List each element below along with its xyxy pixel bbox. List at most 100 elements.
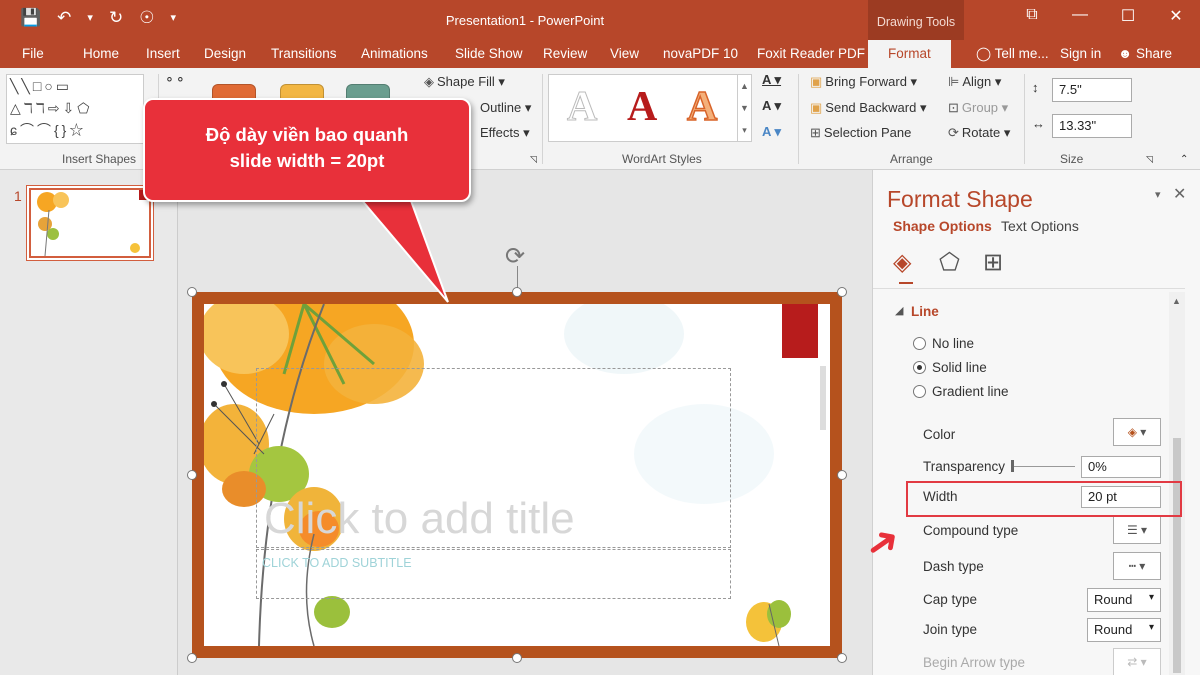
shape-height-input[interactable]: 7.5" <box>1052 78 1132 102</box>
color-picker-button[interactable]: ◈ ▾ <box>1113 418 1161 446</box>
no-line-option[interactable]: No line <box>913 336 974 351</box>
tab-text-options[interactable]: Text Options <box>1001 218 1079 234</box>
shape-effects-button[interactable]: Effects ▾ <box>480 125 530 141</box>
tab-shape-options[interactable]: Shape Options <box>893 218 992 234</box>
wordart-style-orange[interactable]: A <box>686 83 718 131</box>
thumbnail-flowers-image <box>37 190 147 256</box>
maximize-icon[interactable]: ☐ <box>1104 6 1152 26</box>
dash-type-dropdown[interactable]: ┅ ▾ <box>1113 552 1161 580</box>
tab-foxit[interactable]: Foxit Reader PDF <box>757 46 865 61</box>
align-button[interactable]: ⊫ Align ▾ <box>948 74 1001 90</box>
gallery-scroll-icon[interactable]: ▲ ▼ ▾ <box>737 75 751 141</box>
send-backward-label: Send Backward <box>825 100 917 115</box>
transparency-input[interactable]: 0% <box>1081 456 1161 478</box>
wordart-style-outline[interactable]: A <box>566 83 597 131</box>
sign-in-link[interactable]: Sign in <box>1060 46 1101 61</box>
text-fill-icon[interactable]: A ▾ <box>762 72 781 88</box>
solid-line-radio[interactable] <box>913 361 926 374</box>
text-effects-icon[interactable]: A ▾ <box>762 124 781 140</box>
shape-width-icon: ↔ <box>1032 116 1045 131</box>
size-launcher-icon[interactable]: ◹ <box>1146 154 1153 165</box>
pane-options-icon[interactable]: ▾ <box>1155 188 1161 201</box>
compound-type-dropdown[interactable]: ☰ ▾ <box>1113 516 1161 544</box>
compound-type-label: Compound type <box>923 523 1019 538</box>
selection-pane-button[interactable]: ⊞ Selection Pane <box>810 125 911 141</box>
join-type-label: Join type <box>923 622 978 637</box>
pane-close-icon[interactable]: ✕ <box>1173 184 1186 204</box>
tab-format[interactable]: Format <box>868 40 951 68</box>
resize-handle-top-right[interactable] <box>837 287 847 297</box>
tab-insert[interactable]: Insert <box>146 46 180 61</box>
chevron-down-icon: ▾ <box>1148 622 1154 633</box>
collapse-ribbon-icon[interactable]: ⌃ <box>1180 154 1188 165</box>
bring-forward-button[interactable]: ▣ Bring Forward ▾ <box>810 74 917 90</box>
tell-me-box[interactable]: ◯ Tell me... <box>976 46 1049 62</box>
separator <box>542 74 543 164</box>
scrollbar-thumb[interactable] <box>1173 438 1181 673</box>
section-line-header[interactable]: Line <box>911 304 939 319</box>
shape-styles-launcher-icon[interactable]: ◹ <box>530 154 537 165</box>
resize-handle-right[interactable] <box>837 470 847 480</box>
gradient-line-radio[interactable] <box>913 385 926 398</box>
begin-arrow-dropdown[interactable]: ⇄ ▾ <box>1113 648 1161 675</box>
resize-handle-bottom[interactable] <box>512 653 522 663</box>
tab-home[interactable]: Home <box>83 46 119 61</box>
size-label: Size <box>1060 152 1084 166</box>
minimize-icon[interactable]: — <box>1056 6 1104 26</box>
wordart-style-red[interactable]: A <box>627 83 657 131</box>
no-line-radio[interactable] <box>913 337 926 350</box>
fill-line-icon[interactable]: ◈ <box>893 248 911 277</box>
selected-slide-rectangle[interactable]: Click to add title CLICK TO ADD SUBTITLE <box>192 292 842 658</box>
dash-lines-icon: ┅ <box>1128 559 1136 573</box>
send-backward-button[interactable]: ▣ Send Backward ▾ <box>810 100 927 116</box>
tab-novapdf[interactable]: novaPDF 10 <box>663 46 738 61</box>
scroll-up-icon[interactable]: ▲ <box>1172 296 1181 306</box>
size-properties-icon[interactable]: ⊞ <box>983 248 1003 277</box>
callout-line-1: Độ dày viền bao quanh <box>205 124 409 145</box>
rotate-button[interactable]: ⟳ Rotate ▾ <box>948 125 1010 141</box>
resize-handle-bottom-right[interactable] <box>837 653 847 663</box>
cap-type-select[interactable]: Round ▾ <box>1087 588 1161 612</box>
share-label: Share <box>1135 46 1173 61</box>
group-button[interactable]: ⊡ Group ▾ <box>948 100 1008 116</box>
rotate-handle-icon[interactable]: ⟳ <box>505 242 525 271</box>
resize-handle-top-left[interactable] <box>187 287 197 297</box>
slide-thumbnail[interactable] <box>29 188 151 258</box>
callout-line-2: slide width = 20pt <box>229 150 385 171</box>
shape-width-input[interactable]: 13.33" <box>1052 114 1132 138</box>
shape-fill-button[interactable]: ◈ Shape Fill ▾ <box>424 74 505 90</box>
compound-lines-icon: ☰ <box>1126 523 1138 537</box>
resize-handle-left[interactable] <box>187 470 197 480</box>
shape-outline-button[interactable]: Outline ▾ <box>480 100 531 116</box>
tab-transitions[interactable]: Transitions <box>271 46 337 61</box>
text-outline-icon[interactable]: A ▾ <box>762 98 781 114</box>
collapse-arrow-icon[interactable]: ◢ <box>895 304 903 317</box>
tab-design[interactable]: Design <box>204 46 246 61</box>
tab-file[interactable]: File <box>22 46 44 61</box>
tab-slideshow[interactable]: Slide Show <box>455 46 523 61</box>
slide-thumbnail-pane: 1 <box>0 170 178 675</box>
close-icon[interactable]: ✕ <box>1152 6 1200 26</box>
effects-pentagon-icon[interactable]: ⬠ <box>939 248 960 277</box>
window-controls: ⧉ — ☐ ✕ <box>1008 6 1200 26</box>
resize-handle-bottom-left[interactable] <box>187 653 197 663</box>
tab-view[interactable]: View <box>610 46 639 61</box>
edit-shape-icon[interactable]: ⚬⚬ <box>164 72 186 88</box>
gradient-line-option[interactable]: Gradient line <box>913 384 1009 399</box>
join-type-value: Round <box>1094 622 1133 637</box>
separator <box>1024 74 1025 164</box>
resize-handle-top[interactable] <box>512 287 522 297</box>
share-button[interactable]: ☻ Share <box>1118 46 1172 61</box>
ribbon-display-icon[interactable]: ⧉ <box>1008 6 1056 26</box>
shapes-gallery[interactable]: ╲╲□○▭ △ℸℸ⇨⇩⬠ ɕ⌒⌒{}☆ <box>6 74 144 144</box>
join-type-select[interactable]: Round ▾ <box>1087 618 1161 642</box>
tell-me-label: Tell me... <box>994 46 1049 61</box>
solid-line-option[interactable]: Solid line <box>913 360 987 375</box>
tab-review[interactable]: Review <box>543 46 587 61</box>
transparency-slider[interactable] <box>1013 466 1075 467</box>
transparency-slider-thumb[interactable] <box>1011 460 1014 472</box>
tab-animations[interactable]: Animations <box>361 46 428 61</box>
chevron-down-icon: ▾ <box>1148 592 1154 603</box>
wordart-gallery[interactable]: A A A ▲ ▼ ▾ <box>548 74 752 142</box>
subtitle-placeholder-text: CLICK TO ADD SUBTITLE <box>262 556 412 570</box>
